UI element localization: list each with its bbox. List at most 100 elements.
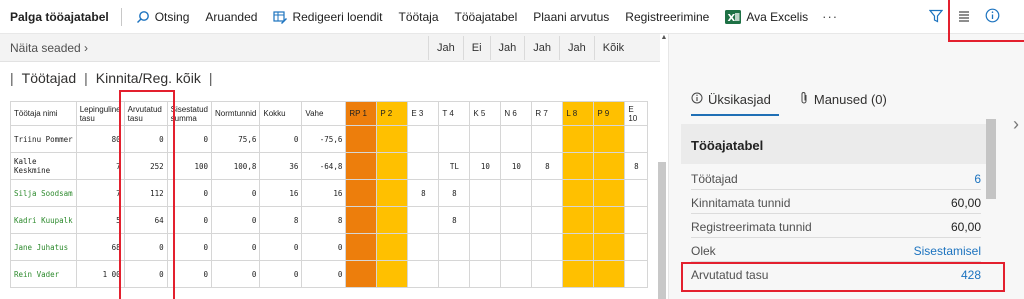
grid-cell[interactable] [562, 179, 595, 207]
tab-attachments[interactable]: Manused (0) [799, 91, 887, 108]
grid-cell[interactable]: 252 [123, 152, 168, 180]
grid-cell[interactable] [593, 233, 626, 261]
grid-cell[interactable] [500, 233, 533, 261]
grid-cell[interactable] [345, 206, 378, 234]
col-header-day-10[interactable]: E 10 [624, 101, 649, 126]
plan-calculation-button[interactable]: Plaani arvutus [525, 4, 617, 30]
grid-cell[interactable] [593, 152, 626, 180]
tab-details[interactable]: Üksikasjad [691, 91, 771, 108]
grid-cell[interactable] [345, 260, 378, 288]
employee-menu-button[interactable]: Töötaja [391, 4, 447, 30]
grid-cell[interactable]: 16 [259, 179, 303, 207]
grid-cell[interactable] [624, 206, 649, 234]
edit-list-button[interactable]: Redigeeri loendit [265, 4, 390, 30]
grid-cell[interactable] [500, 179, 533, 207]
scroll-up-arrow[interactable]: ▲ [660, 34, 668, 62]
field-value-link[interactable]: Sisestamisel [914, 244, 981, 258]
grid-cell[interactable] [407, 233, 440, 261]
filter-option-3[interactable]: Jah [489, 36, 525, 60]
col-header-contract-pay[interactable]: Lepinguline tasu [75, 101, 125, 126]
grid-cell[interactable]: 0 [210, 233, 261, 261]
table-row[interactable]: Triinu Pommer 80 0 0 75,6 0 -75,6 [10, 125, 649, 153]
grid-cell[interactable] [438, 233, 471, 261]
grid-cell[interactable]: 5 [75, 206, 125, 234]
grid-cell[interactable] [562, 260, 595, 288]
list-scrollbar[interactable] [658, 162, 666, 299]
filter-option-5[interactable]: Jah [559, 36, 594, 60]
grid-cell[interactable] [562, 152, 595, 180]
table-row[interactable]: Silja Soodsam 7 112 0 0 16 16 8 8 [10, 179, 649, 207]
grid-cell[interactable] [593, 206, 626, 234]
grid-cell[interactable] [593, 179, 626, 207]
grid-cell[interactable]: 10 [500, 152, 533, 180]
grid-cell[interactable]: 112 [123, 179, 168, 207]
grid-cell[interactable] [438, 125, 471, 153]
grid-cell[interactable] [469, 206, 502, 234]
grid-cell[interactable]: 8 [531, 152, 564, 180]
grid-cell[interactable] [500, 206, 533, 234]
grid-cell[interactable]: 80 [75, 125, 125, 153]
list-view-button[interactable] [950, 3, 978, 31]
grid-cell[interactable]: 0 [166, 125, 213, 153]
grid-cell[interactable] [469, 260, 502, 288]
employee-name-cell[interactable]: Kadri Kuupalk [10, 206, 77, 234]
grid-cell[interactable] [345, 179, 378, 207]
col-header-day-9[interactable]: P 9 [593, 101, 626, 126]
grid-cell[interactable] [531, 206, 564, 234]
grid-cell[interactable]: 8 [438, 206, 471, 234]
col-header-day-7[interactable]: R 7 [531, 101, 564, 126]
grid-cell[interactable] [562, 233, 595, 261]
grid-cell[interactable]: 0 [301, 233, 347, 261]
grid-cell[interactable]: 0 [210, 179, 261, 207]
grid-cell[interactable]: 100 [166, 152, 213, 180]
grid-cell[interactable]: 0 [123, 125, 168, 153]
filter-option-1[interactable]: Jah [428, 36, 463, 60]
more-options-button[interactable]: ··· [816, 9, 844, 24]
grid-cell[interactable] [500, 125, 533, 153]
grid-cell[interactable] [376, 152, 409, 180]
registration-button[interactable]: Registreerimine [617, 4, 717, 30]
filter-option-6[interactable]: Kõik [593, 36, 632, 60]
grid-cell[interactable] [345, 152, 378, 180]
grid-cell[interactable]: 0 [123, 233, 168, 261]
col-header-entered-sum[interactable]: Sisestatud summa [166, 101, 213, 126]
grid-cell[interactable] [407, 206, 440, 234]
grid-cell[interactable]: TL [438, 152, 471, 180]
grid-cell[interactable]: 8 [438, 179, 471, 207]
grid-cell[interactable]: 0 [166, 260, 213, 288]
field-value-link[interactable]: 428 [961, 268, 981, 282]
grid-cell[interactable] [624, 233, 649, 261]
grid-cell[interactable] [562, 125, 595, 153]
table-row[interactable]: Kalle Keskmine 7 252 100 100,8 36 -64,8 TL 10 10 8… [10, 152, 649, 180]
employee-name-cell[interactable]: Jane Juhatus [10, 233, 77, 261]
col-header-day-5[interactable]: K 5 [469, 101, 502, 126]
grid-cell[interactable] [593, 125, 626, 153]
col-header-calculated-pay[interactable]: Arvutatud tasu [123, 101, 168, 126]
grid-cell[interactable]: 1 00 [75, 260, 125, 288]
grid-cell[interactable] [376, 125, 409, 153]
confirm-all-link[interactable]: Kinnita/Reg. kõik [96, 70, 201, 86]
grid-cell[interactable] [531, 260, 564, 288]
col-header-day-1[interactable]: RP 1 [345, 101, 378, 126]
grid-cell[interactable] [562, 206, 595, 234]
grid-cell[interactable]: 8 [407, 179, 440, 207]
grid-cell[interactable]: 16 [301, 179, 347, 207]
grid-cell[interactable] [376, 206, 409, 234]
grid-cell[interactable]: 0 [123, 260, 168, 288]
grid-cell[interactable]: 10 [469, 152, 502, 180]
grid-cell[interactable]: 0 [166, 233, 213, 261]
employee-name-cell[interactable]: Triinu Pommer [10, 125, 77, 153]
grid-cell[interactable] [345, 125, 378, 153]
grid-cell[interactable] [345, 233, 378, 261]
grid-cell[interactable]: 0 [259, 233, 303, 261]
grid-cell[interactable]: 68 [75, 233, 125, 261]
grid-cell[interactable] [376, 179, 409, 207]
reports-button[interactable]: Aruanded [197, 4, 265, 30]
grid-cell[interactable]: 0 [301, 260, 347, 288]
grid-cell[interactable] [376, 233, 409, 261]
grid-cell[interactable] [624, 260, 649, 288]
grid-cell[interactable] [624, 179, 649, 207]
grid-cell[interactable]: 0 [210, 260, 261, 288]
employee-name-cell[interactable]: Silja Soodsam [10, 179, 77, 207]
grid-cell[interactable] [469, 233, 502, 261]
